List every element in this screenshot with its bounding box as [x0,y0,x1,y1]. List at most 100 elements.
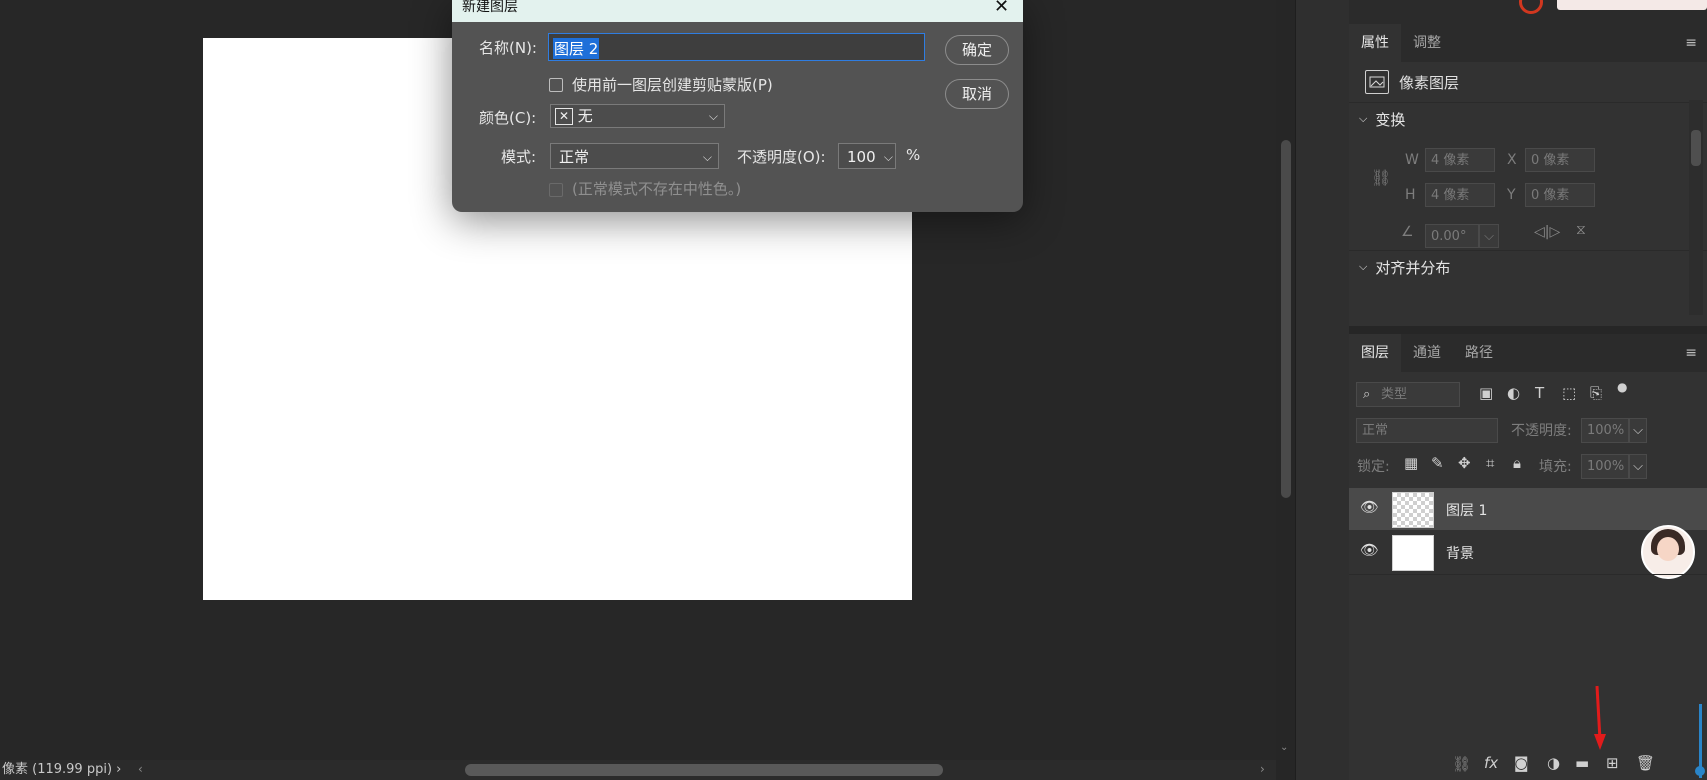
scroll-right-icon[interactable]: › [1260,762,1265,776]
assistant-avatar[interactable] [1641,525,1695,579]
chevron-down-icon: ⌵ [708,109,718,123]
color-select[interactable]: ✕ 无 ⌵ [550,104,725,128]
layer-name[interactable]: 背景 [1446,543,1474,563]
flip-vertical-icon[interactable]: ⧖ [1576,222,1586,238]
tab-paths[interactable]: 路径 [1453,334,1505,372]
layers-toolbar: ⛓ fx ◙ ◑ ▬ ⊞ 🗑︎ [1349,750,1707,780]
width-field[interactable]: 4 像素 [1425,148,1495,172]
panel-menu-icon[interactable]: ≡ [1685,345,1697,361]
properties-tabbar: 属性 调整 ≡ [1349,24,1707,62]
panel-menu-icon[interactable]: ≡ [1685,35,1697,51]
trash-icon[interactable]: 🗑︎ [1636,754,1655,772]
x-field[interactable]: 0 像素 [1525,148,1595,172]
angle-field[interactable]: 0.00° [1425,224,1479,248]
fill-dropdown[interactable]: ⌵ [1629,454,1647,479]
opacity-input[interactable]: 100 ⌵ [838,143,896,169]
lock-transparent-icon[interactable]: ▦ [1404,454,1418,472]
visibility-eye-icon[interactable]: 👁︎ [1360,541,1379,559]
lock-image-icon[interactable]: ✎ [1431,454,1444,472]
layer-thumbnail [1392,492,1434,528]
fx-icon[interactable]: fx [1484,754,1498,772]
h-label: H [1405,187,1416,203]
lock-label: 锁定: [1357,459,1390,475]
angle-icon: ∠ [1401,224,1414,240]
name-label: 名称(N): [479,39,537,57]
status-chevron-icon[interactable]: › [116,762,121,777]
scroll-left-icon[interactable]: ‹ [138,762,143,776]
tab-properties[interactable]: 属性 [1349,24,1401,62]
tab-layers[interactable]: 图层 [1349,334,1401,372]
mode-select[interactable]: 正常 ⌵ [550,143,719,169]
chevron-down-icon: ⌵ [1359,260,1368,273]
add-mask-icon[interactable]: ◙ [1514,754,1529,772]
filter-adjustment-icon[interactable]: ◐ [1507,384,1520,402]
x-label: X [1507,152,1517,168]
name-input[interactable]: 图层 2 [548,33,925,61]
new-layer-icon[interactable]: ⊞ [1606,754,1619,772]
horizontal-scroll-thumb[interactable] [465,764,943,776]
filter-placeholder: 类型 [1381,387,1408,402]
dialog-titlebar[interactable]: 新建图层 ✕ [452,0,1023,22]
new-group-icon[interactable]: ▬ [1575,754,1589,772]
tab-adjustments[interactable]: 调整 [1401,24,1453,62]
color-label: 颜色(C): [479,109,537,127]
scroll-indicator-dot [1695,766,1705,776]
properties-panel: 属性 调整 ≡ 像素图层 ⌵ 变换 ⛓ W 4 像素 X 0 像素 H 4 像素 … [1349,24,1707,315]
lock-all-icon[interactable]: 🔒︎ [1513,454,1521,472]
fill-label: 填充: [1539,459,1572,475]
lock-position-icon[interactable]: ✥ [1458,454,1471,472]
layer-type-label: 像素图层 [1399,74,1460,92]
layer-name[interactable]: 图层 1 [1446,500,1487,520]
clip-mask-label: 使用前一图层创建剪贴蒙版(P) [572,76,773,94]
ok-button[interactable]: 确定 [945,35,1009,65]
link-layers-icon[interactable]: ⛓ [1452,755,1471,773]
layer-row[interactable]: 👁︎ 背景 [1349,525,1707,579]
flip-horizontal-icon[interactable]: ◁|▷ [1534,224,1560,240]
decorative-icon [1519,0,1543,14]
visibility-eye-icon[interactable]: 👁︎ [1360,498,1379,516]
link-icon[interactable]: ⛓ [1371,168,1391,187]
close-icon[interactable]: ✕ [994,0,1009,17]
tab-channels[interactable]: 通道 [1401,334,1453,372]
filter-shape-icon[interactable]: ⬚ [1562,384,1576,402]
align-header[interactable]: ⌵ 对齐并分布 [1359,252,1689,282]
color-select-value: 无 [577,107,593,125]
clip-mask-checkbox[interactable] [549,78,563,92]
chevron-down-icon: ⌵ [1359,112,1368,125]
panel-separator [1349,326,1707,334]
divider [1349,574,1707,575]
y-field[interactable]: 0 像素 [1525,183,1595,207]
filter-type-icon[interactable]: T [1535,384,1544,402]
layer-opacity-field[interactable]: 100% [1581,418,1629,443]
layer-thumbnail [1392,535,1434,571]
layer-row[interactable]: 👁︎ 图层 1 [1349,488,1707,530]
right-panel: 属性 调整 ≡ 像素图层 ⌵ 变换 ⛓ W 4 像素 X 0 像素 H 4 像素 … [1349,0,1707,780]
panel-dock-gutter [1295,0,1350,780]
align-title: 对齐并分布 [1375,258,1451,277]
divider [1349,102,1707,103]
lock-artboard-icon[interactable]: ⌗ [1486,454,1494,472]
properties-scroll-thumb[interactable] [1691,130,1701,166]
new-layer-dialog: 新建图层 ✕ 名称(N): 图层 2 确定 使用前一图层创建剪贴蒙版(P) 取消… [452,0,1023,212]
scroll-down-icon[interactable]: ⌄ [1280,742,1288,753]
adjustment-layer-icon[interactable]: ◑ [1547,754,1560,772]
cancel-button[interactable]: 取消 [945,79,1009,109]
w-label: W [1405,152,1419,168]
vertical-scroll-thumb[interactable] [1281,140,1291,498]
filter-smart-object-icon[interactable]: ⎘ [1590,384,1602,402]
opacity-input-value: 100 [847,148,876,166]
height-field[interactable]: 4 像素 [1425,183,1495,207]
fill-field[interactable]: 100% [1581,454,1629,479]
neutral-color-checkbox[interactable] [549,183,563,197]
opacity-dropdown[interactable]: ⌵ [1629,418,1647,443]
layer-filter-select[interactable]: ⌕ 类型 [1356,382,1460,407]
chevron-down-icon[interactable]: ⌵ [884,144,893,170]
properties-scrollbar[interactable] [1689,100,1703,315]
angle-dropdown[interactable]: ⌵ [1479,224,1499,248]
avatar-face [1657,537,1679,561]
filter-toggle-icon[interactable]: ● [1617,380,1627,394]
transform-header[interactable]: ⌵ 变换 [1359,104,1689,134]
filter-pixel-icon[interactable]: ▣ [1479,384,1493,402]
blend-mode-value: 正常 [1362,423,1389,438]
blend-mode-select[interactable]: 正常 [1356,418,1498,443]
